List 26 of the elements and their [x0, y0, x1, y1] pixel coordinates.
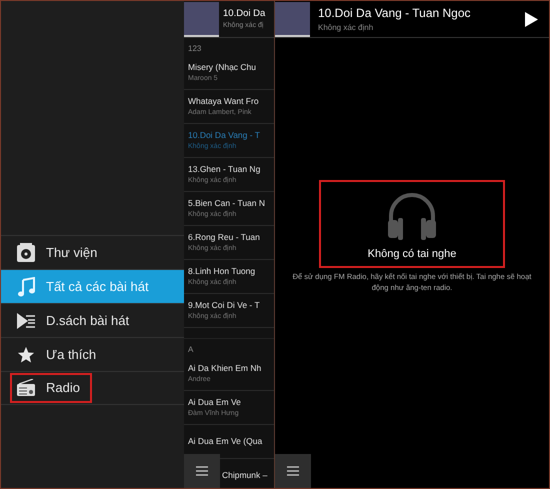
star-icon — [17, 346, 35, 364]
track-title: 10.Doi Da — [223, 6, 266, 21]
album-art-placeholder — [275, 2, 310, 36]
section-header: 123 — [187, 43, 202, 55]
empty-state-title: Không có tai nghe — [368, 246, 456, 262]
menu-label: Thư viện — [46, 244, 98, 262]
playlist-icon — [16, 312, 36, 330]
menu-button[interactable] — [275, 454, 311, 488]
menu-button[interactable] — [184, 454, 220, 488]
menu-label: Tất cả các bài hát — [46, 278, 149, 296]
menu-item[interactable]: Radio — [1, 371, 184, 405]
album-art-placeholder — [184, 2, 219, 36]
play-icon — [524, 12, 538, 26]
section-header: A — [184, 338, 274, 357]
menu-icon — [287, 466, 299, 476]
menu-item[interactable]: D.sách bài hát — [1, 303, 184, 337]
music-note-icon — [17, 276, 35, 296]
menu-label: Radio — [46, 379, 80, 398]
track-artist: Không xác định — [318, 22, 374, 34]
menu-label: D.sách bài hát — [46, 312, 130, 330]
menu-icon — [196, 466, 208, 476]
disc-box-icon — [16, 242, 36, 262]
track-title: 10.Doi Da Vang - Tuan Ngoc — [318, 5, 471, 22]
play-button[interactable] — [523, 10, 539, 28]
menu-label: Ưa thích — [46, 346, 96, 364]
radio-icon — [16, 379, 36, 397]
